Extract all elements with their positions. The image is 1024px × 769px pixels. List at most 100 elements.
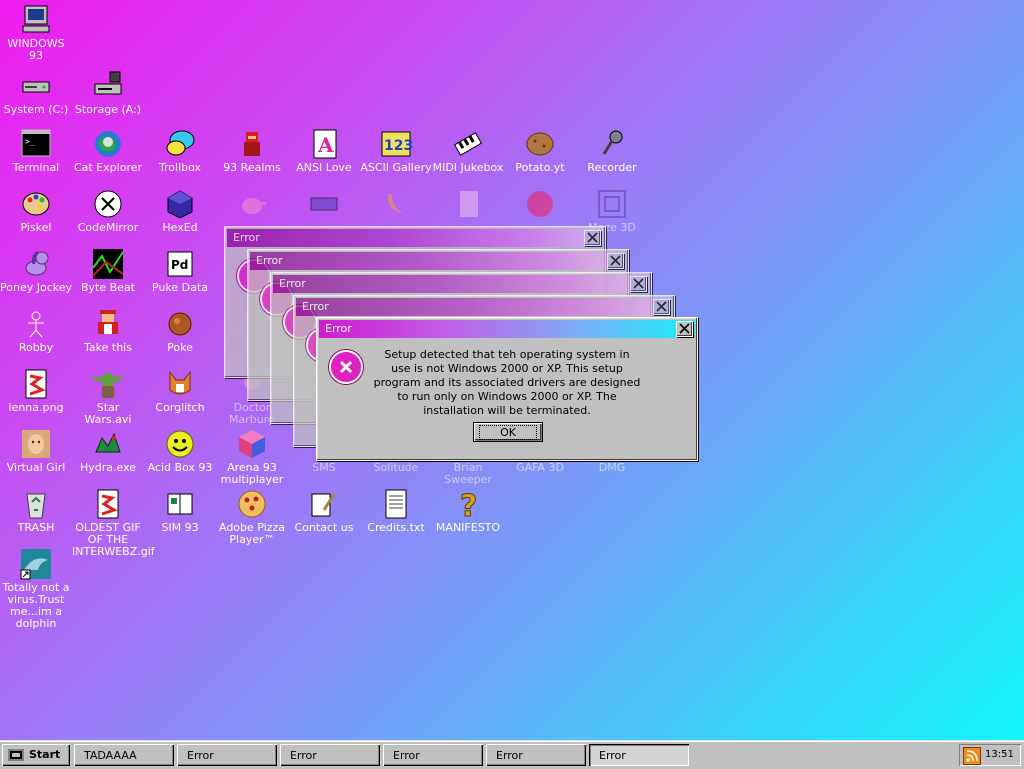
- desktop-icon-93-realms[interactable]: 93 Realms: [216, 128, 288, 174]
- potato-icon: [524, 128, 556, 160]
- desktop-icon-teapot[interactable]: [216, 188, 288, 222]
- icon-label: Puke Data: [152, 281, 208, 294]
- icon-label: ANSI Love: [296, 161, 352, 174]
- recycle-bin-icon: [20, 488, 52, 520]
- icon-label: Trollbox: [158, 161, 202, 174]
- desktop-icon-star-wars[interactable]: Star Wars.avi: [72, 368, 144, 426]
- start-button[interactable]: Start: [2, 744, 70, 766]
- desktop-icon-midi-jukebox[interactable]: MIDI Jukebox: [432, 128, 504, 174]
- numbers-123-icon: 123: [380, 128, 413, 160]
- close-button[interactable]: [584, 230, 601, 246]
- task-button-error[interactable]: Error: [486, 744, 586, 766]
- desktop-icon-codemirror[interactable]: CodeMirror: [72, 188, 144, 234]
- desktop-icon-arena-93[interactable]: Arena 93 multiplayer: [216, 428, 288, 486]
- dialog-titlebar[interactable]: Error: [227, 229, 603, 247]
- desktop-icon-lenna-png[interactable]: lenna.png: [0, 368, 72, 414]
- desktop-icon-hexed[interactable]: HexEd: [144, 188, 216, 234]
- desktop-icon-trash[interactable]: TRASH: [0, 488, 72, 534]
- icon-label: Piskel: [20, 221, 52, 234]
- desktop-icon-system-c[interactable]: System (C:): [0, 70, 72, 116]
- svg-text:123: 123: [384, 138, 412, 154]
- desktop-icon-poke[interactable]: Poke: [144, 308, 216, 354]
- icon-label: MANIFESTO: [435, 521, 501, 534]
- palette-icon: [20, 188, 52, 220]
- desktop-icon-cat-explorer[interactable]: Cat Explorer: [72, 128, 144, 174]
- desktop-icon-terminal[interactable]: >_ Terminal: [0, 128, 72, 174]
- task-button-error[interactable]: Error: [280, 744, 380, 766]
- desktop-icon-puke-data[interactable]: Pd Puke Data: [144, 248, 216, 294]
- text-file-icon: [380, 488, 412, 520]
- icon-label: HexEd: [162, 221, 198, 234]
- desktop-icon-windows93[interactable]: WINDOWS 93: [0, 4, 72, 62]
- gif-file-icon: [92, 488, 124, 520]
- icon-label: Adobe Pizza Player™: [218, 521, 286, 546]
- icon-label: Hydra.exe: [79, 461, 137, 474]
- windows-logo-icon: [8, 749, 24, 761]
- desktop-icon-corglitch[interactable]: Corglitch: [144, 368, 216, 414]
- error-dialog-active[interactable]: Error Setup detected that teh operating …: [316, 317, 698, 461]
- task-button-error[interactable]: Error: [383, 744, 483, 766]
- image-file-icon: [20, 368, 52, 400]
- desktop-icon-potato-yt[interactable]: Potato.yt: [504, 128, 576, 174]
- microphone-icon: [596, 128, 628, 160]
- speaker-file-icon: [452, 188, 484, 220]
- close-button[interactable]: [607, 253, 624, 269]
- desktop-icon-acid-box-93[interactable]: Acid Box 93: [144, 428, 216, 474]
- desktop-icon-virtual-girl[interactable]: Virtual Girl: [0, 428, 72, 474]
- icon-label: Acid Box 93: [147, 461, 213, 474]
- desktop-icon-ansi-love[interactable]: A ANSI Love: [288, 128, 360, 174]
- desktop-icon-contact-us[interactable]: Contact us: [288, 488, 360, 534]
- desktop-icon-take-this[interactable]: Take this: [72, 308, 144, 354]
- rss-icon[interactable]: [963, 747, 981, 765]
- desktop-icon-credits-txt[interactable]: Credits.txt: [360, 488, 432, 534]
- desktop-icon-trollbox[interactable]: Trollbox: [144, 128, 216, 174]
- error-icon: [329, 350, 363, 384]
- close-button[interactable]: [653, 299, 670, 315]
- desktop-icon-byte-beat[interactable]: Byte Beat: [72, 248, 144, 294]
- dialog-titlebar[interactable]: Error: [296, 298, 672, 316]
- task-button-tadaaaa[interactable]: TADAAAA: [74, 744, 174, 766]
- desktop-icon-poney-jockey[interactable]: Poney Jockey: [0, 248, 72, 294]
- chat-bubble-icon: [164, 128, 196, 160]
- desktop-icon-amiga-ball[interactable]: [504, 188, 576, 222]
- icon-label: Take this: [84, 341, 132, 354]
- desktop-icon-dolphin[interactable]: Totally not a virus.Trust me...im a dolp…: [0, 548, 72, 630]
- icon-label: Storage (A:): [74, 103, 142, 116]
- task-button-error-active[interactable]: Error: [589, 744, 689, 766]
- icon-label: Arena 93 multiplayer: [220, 461, 284, 486]
- dialog-titlebar[interactable]: Error: [319, 320, 695, 338]
- icon-label: Corglitch: [155, 401, 205, 414]
- clock: 13:51: [985, 749, 1014, 760]
- dialog-titlebar[interactable]: Error: [273, 275, 649, 293]
- computer-icon: [20, 4, 52, 36]
- corgi-icon: [164, 368, 196, 400]
- task-button-error[interactable]: Error: [177, 744, 277, 766]
- desktop-icon-storage-a[interactable]: Storage (A:): [72, 70, 144, 116]
- desktop-icon-manifesto[interactable]: ? MANIFESTO: [432, 488, 504, 534]
- desktop-icon-keyboard[interactable]: [288, 188, 360, 222]
- desktop-icon-oldest-gif[interactable]: OLDEST GIF OF THE INTERWEBZ.gif: [72, 488, 155, 558]
- terminal-icon: >_: [20, 128, 52, 160]
- dragon-icon: [92, 428, 124, 460]
- floppy-drive-icon: [92, 70, 124, 102]
- icon-label: Terminal: [12, 161, 60, 174]
- dialog-title: Error: [256, 254, 283, 267]
- desktop-icon-robby[interactable]: Robby: [0, 308, 72, 354]
- icon-label: Cat Explorer: [73, 161, 143, 174]
- dialog-titlebar[interactable]: Error: [250, 252, 626, 270]
- ok-button[interactable]: OK: [473, 422, 543, 442]
- desktop: WINDOWS 93 System (C:) Storage (A:) >_ T…: [0, 0, 1024, 740]
- desktop-icon-speaker-file[interactable]: [432, 188, 504, 222]
- desktop-icon-banana[interactable]: [360, 188, 432, 222]
- desktop-icon-ascii-gallery[interactable]: 123 ASCII Gallery: [360, 128, 432, 174]
- desktop-icon-recorder[interactable]: Recorder: [576, 128, 648, 174]
- close-button[interactable]: [630, 276, 647, 292]
- piano-keys-icon: [452, 128, 484, 160]
- desktop-icon-hydra-exe[interactable]: Hydra.exe: [72, 428, 144, 474]
- desktop-icon-sim-93[interactable]: SIM 93: [144, 488, 216, 534]
- desktop-icon-adobe-pizza[interactable]: Adobe Pizza Player™: [216, 488, 288, 546]
- ok-label: OK: [479, 424, 537, 440]
- close-button[interactable]: [676, 321, 693, 337]
- question-mark-icon: ?: [452, 488, 484, 525]
- desktop-icon-piskel[interactable]: Piskel: [0, 188, 72, 234]
